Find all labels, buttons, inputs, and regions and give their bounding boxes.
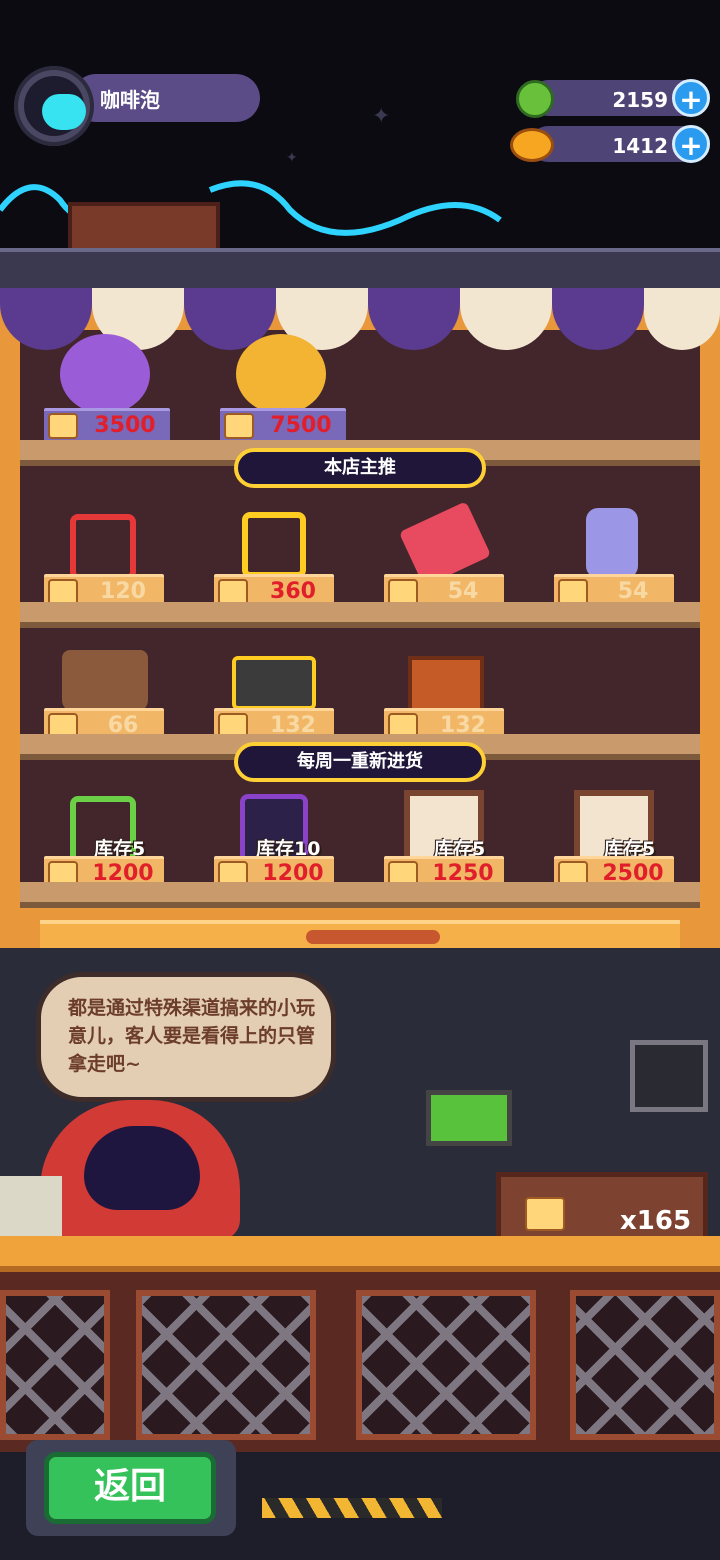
handbag-icon[interactable]	[62, 650, 148, 712]
shop-counter	[0, 1236, 720, 1272]
crate	[0, 1290, 110, 1440]
star-icon: ✦	[372, 104, 391, 129]
potion-bottle-icon[interactable]	[586, 508, 638, 578]
gold-orb-icon[interactable]	[236, 334, 326, 414]
scroll-handle[interactable]	[306, 930, 440, 944]
shopkeeper-face	[84, 1126, 200, 1210]
hazard-stripe	[262, 1498, 442, 1518]
crate	[136, 1290, 316, 1440]
shelf	[20, 882, 700, 908]
green-coin-icon	[516, 80, 554, 118]
chip-count: x165	[620, 1206, 692, 1236]
yellow-battery-icon[interactable]	[242, 512, 306, 578]
monitor-screen	[426, 1090, 512, 1146]
picture-frame	[630, 1040, 708, 1112]
chip-icon	[224, 413, 254, 439]
shopkeeper-dialogue: 都是通过特殊渠道搞来的小玩意儿，客人要是看得上的只管拿走吧~	[68, 997, 316, 1075]
price-tag[interactable]: 7500	[220, 408, 346, 442]
currency-green-value: 2159	[612, 88, 668, 112]
avatar[interactable]	[14, 66, 94, 146]
red-battery-icon[interactable]	[70, 514, 136, 580]
price-value: 360	[270, 579, 316, 604]
price-value: 120	[100, 579, 146, 604]
crate	[356, 1290, 536, 1440]
price-tag[interactable]: 3500	[44, 408, 170, 442]
cat-face-icon	[42, 94, 86, 130]
chip-icon	[525, 1197, 565, 1231]
shelf	[20, 602, 700, 628]
plant-pot-icon	[0, 1176, 62, 1240]
add-green-currency-button[interactable]: +	[672, 79, 710, 117]
price-value: 54	[447, 579, 479, 604]
avatar-background	[24, 76, 86, 136]
chip-icon	[48, 413, 78, 439]
crate	[570, 1290, 720, 1440]
player-name: 咖啡泡	[100, 88, 160, 112]
back-button[interactable]: 返回	[44, 1452, 216, 1524]
banner-weekly-restock: 每周一重新进货	[234, 742, 486, 782]
toolbox-icon[interactable]	[232, 656, 316, 710]
top-crate	[68, 202, 220, 254]
price-value: 3500	[94, 413, 156, 438]
banner-recommend: 本店主推	[234, 448, 486, 488]
treasure-chest-icon[interactable]	[408, 656, 484, 714]
purple-orb-icon[interactable]	[60, 334, 150, 414]
price-value: 7500	[270, 413, 332, 438]
price-value: 54	[617, 579, 649, 604]
